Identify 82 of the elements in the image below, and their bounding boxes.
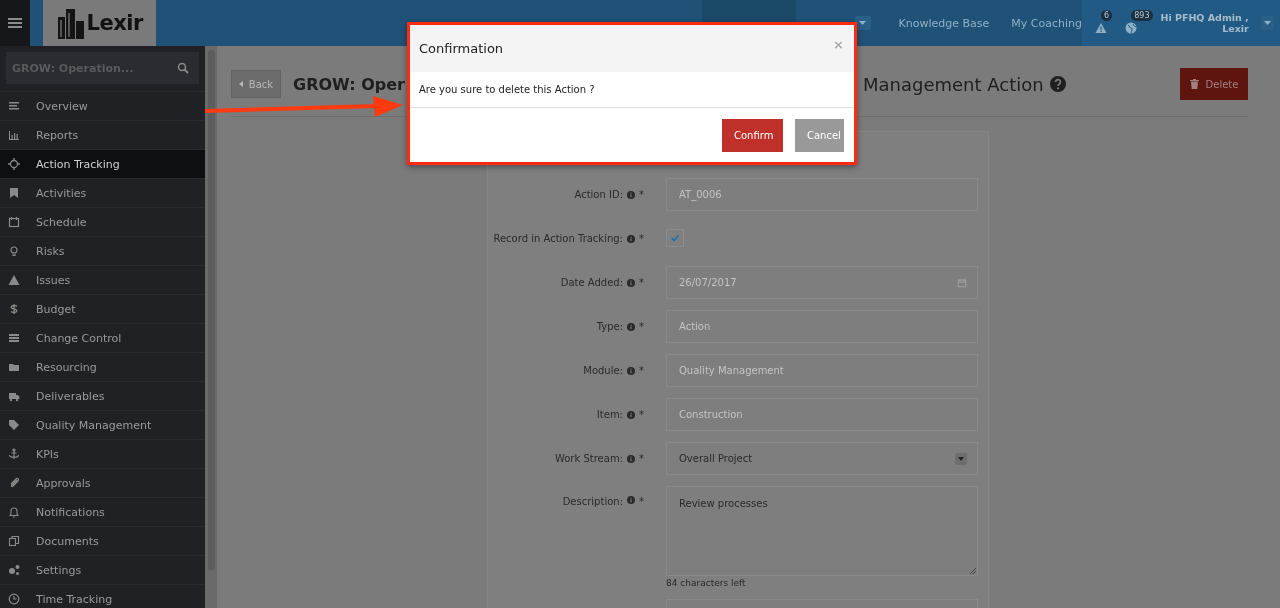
warning-icon	[1095, 22, 1108, 34]
dialog-title: Confirmation	[419, 41, 504, 56]
page-title: Management Action	[863, 73, 1044, 95]
tag-icon	[8, 419, 20, 431]
required-mark: *	[639, 189, 644, 200]
documents-icon	[8, 535, 20, 547]
text-area[interactable]: Review processes	[666, 486, 978, 576]
menu-icon[interactable]	[0, 0, 30, 46]
required-mark: *	[639, 365, 644, 376]
logo[interactable]: Lexir	[42, 0, 156, 46]
sidebar-item[interactable]: Activities	[0, 178, 205, 207]
field-label: Type:	[596, 321, 623, 332]
info-icon	[627, 322, 635, 331]
paperclip-icon	[8, 477, 20, 489]
calendar-icon	[957, 277, 967, 288]
user-greeting: Hi PFHQ Admin ,	[1160, 12, 1249, 23]
field-label: Action ID:	[574, 189, 623, 200]
list-icon	[8, 332, 20, 344]
nav-link[interactable]: My Coaching	[1011, 0, 1082, 46]
folder-icon	[8, 361, 20, 373]
bar-chart-icon	[8, 129, 20, 141]
user-name: Lexir	[1222, 23, 1249, 34]
info-icon	[627, 366, 635, 375]
checkbox[interactable]	[666, 229, 684, 247]
delete-button[interactable]: Delete	[1180, 68, 1248, 100]
field-label: Description:	[562, 496, 623, 507]
anchor-icon	[8, 448, 20, 460]
required-mark: *	[639, 496, 644, 507]
required-mark: *	[639, 233, 644, 244]
sidebar-item[interactable]: Time Tracking	[0, 584, 205, 608]
field-label: Date Added:	[560, 277, 623, 288]
help-icon	[1049, 76, 1066, 92]
field-label: Module:	[583, 365, 623, 376]
page-title: GROW: Oper	[293, 74, 403, 94]
bookmark-icon	[8, 187, 20, 199]
sidebar-item[interactable]: Resourcing	[0, 352, 205, 381]
info-icon	[627, 410, 635, 419]
dialog-message: Are you sure to delete this Action ?	[419, 84, 595, 95]
caret-icon[interactable]	[1260, 16, 1274, 30]
lines-icon	[8, 100, 20, 112]
info-icon	[627, 234, 635, 243]
nav-link[interactable]: Knowledge Base	[898, 0, 990, 46]
sidebar-item[interactable]: Action Tracking	[0, 149, 205, 178]
truck-icon	[8, 390, 20, 402]
gears-icon	[8, 564, 20, 576]
confirm-button[interactable]: Confirm	[722, 118, 783, 152]
resize-handle-icon[interactable]	[969, 567, 976, 574]
caret-icon	[238, 81, 243, 87]
buildings-icon	[55, 7, 86, 39]
required-mark: *	[639, 409, 644, 420]
trash-icon	[1189, 79, 1199, 89]
info-icon	[627, 190, 635, 199]
bell-icon	[8, 506, 20, 518]
calendar-icon	[8, 216, 20, 228]
sidebar-item[interactable]: Deliverables	[0, 381, 205, 410]
required-mark: *	[639, 321, 644, 332]
info-icon	[627, 278, 635, 287]
required-mark: *	[639, 277, 644, 288]
globe-icon	[1125, 22, 1138, 34]
lightbulb-icon	[8, 245, 20, 257]
crosshair-icon	[8, 158, 20, 170]
select-field[interactable]: Overall Project	[666, 442, 978, 475]
required-mark: *	[639, 453, 644, 464]
clock-icon	[8, 593, 20, 605]
scrollbar[interactable]	[205, 46, 217, 608]
info-icon	[627, 496, 635, 504]
check-icon	[670, 233, 680, 243]
warning-icon	[8, 274, 20, 286]
field-label: Work Stream:	[554, 453, 623, 464]
sidebar-item[interactable]: Change Control	[0, 323, 205, 352]
sidebar-item[interactable]: Quality Management	[0, 410, 205, 439]
alerts-badge: 6	[1101, 10, 1113, 21]
search-icon	[177, 62, 189, 74]
caret-icon	[955, 452, 967, 465]
messages-badge: 893	[1131, 10, 1153, 21]
sidebar-item[interactable]: Overview	[0, 91, 205, 120]
dollar-icon	[8, 303, 20, 315]
info-icon	[627, 454, 635, 463]
character-counter: 84 characters left	[666, 578, 747, 588]
logo-text: Lexir	[86, 11, 143, 35]
field-label: Item:	[596, 409, 623, 420]
field-label: Record in Action Tracking:	[493, 233, 623, 244]
